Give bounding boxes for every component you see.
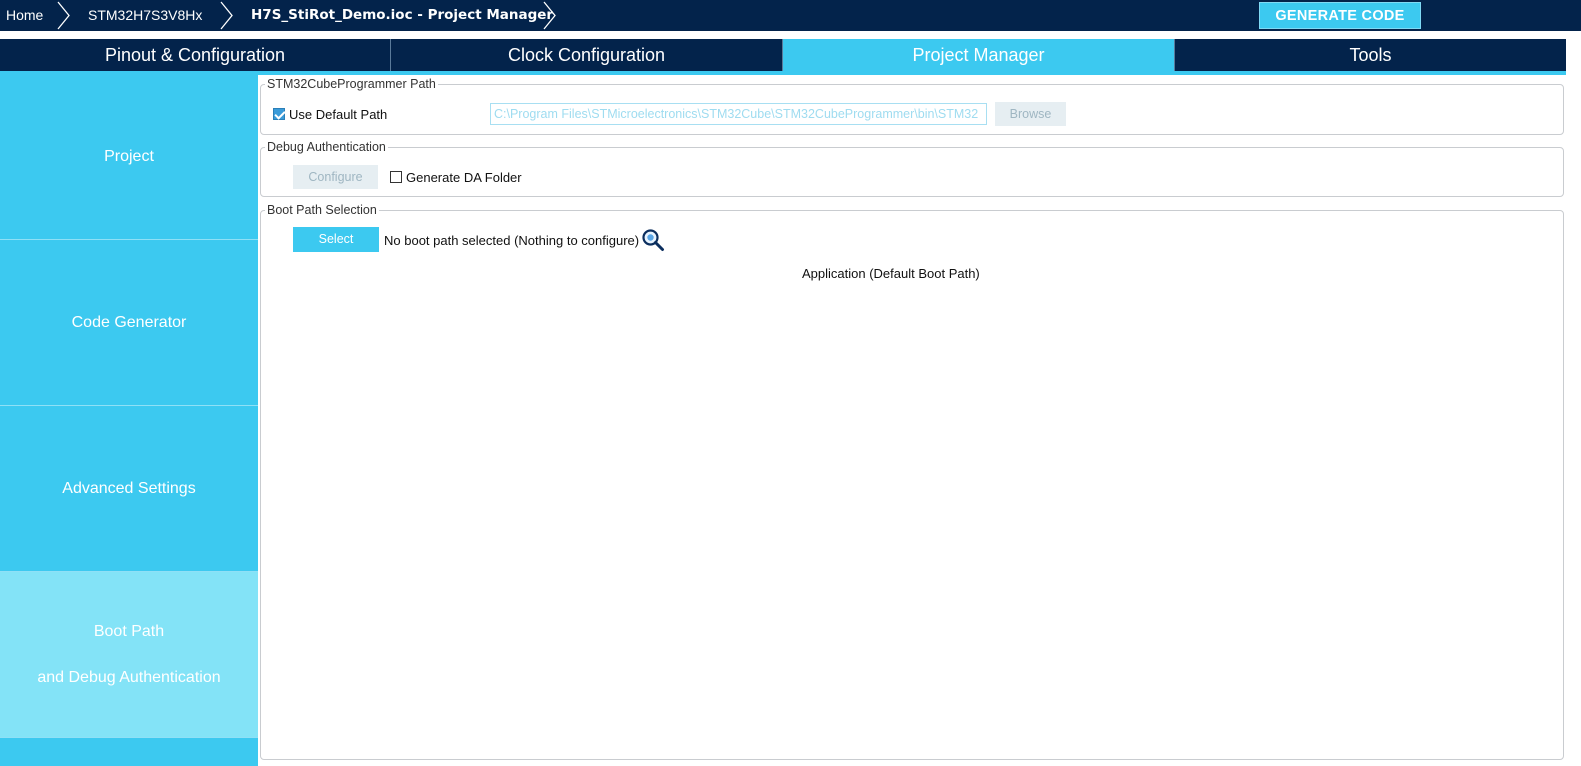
sidebar-item-boot-path[interactable]: Boot Path and Debug Authentication (0, 572, 258, 738)
breadcrumb-home[interactable]: Home (6, 0, 43, 31)
group-title: STM32CubeProgrammer Path (267, 77, 436, 91)
generate-code-button[interactable]: GENERATE CODE (1259, 2, 1421, 29)
tab-pinout-configuration[interactable]: Pinout & Configuration (0, 39, 391, 71)
sidebar-item-code-generator[interactable]: Code Generator (0, 240, 258, 406)
tab-clock-configuration[interactable]: Clock Configuration (391, 39, 783, 71)
sidebar-item-label: Advanced Settings (62, 479, 196, 497)
boot-path-status: No boot path selected (Nothing to config… (384, 233, 640, 248)
breadcrumb-file[interactable]: H7S_StiRot_Demo.ioc - Project Manager (251, 0, 553, 31)
sidebar-item-label-line2: and Debug Authentication (37, 668, 221, 686)
sidebar-item-label: Code Generator (71, 313, 187, 331)
tab-project-manager[interactable]: Project Manager (783, 39, 1175, 71)
sidebar-item-advanced-settings[interactable]: Advanced Settings (0, 406, 258, 572)
divider (0, 31, 1581, 39)
tab-tools[interactable]: Tools (1175, 39, 1566, 71)
boot-path-selection-group: Boot Path Selection (260, 203, 1564, 760)
chevron-right-icon (57, 1, 70, 30)
sidebar-item-label: Project (104, 148, 154, 165)
generate-da-folder-checkbox[interactable] (390, 171, 402, 183)
default-boot-path-text: Application (Default Boot Path) (802, 266, 980, 281)
generate-da-folder-label: Generate DA Folder (406, 170, 522, 185)
chevron-right-icon (543, 1, 556, 30)
sidebar: Project Code Generator Advanced Settings… (0, 75, 258, 766)
select-button[interactable]: Select (293, 227, 379, 252)
debug-authentication-group: Debug Authentication (260, 140, 1564, 197)
group-title: Debug Authentication (267, 140, 386, 154)
sidebar-item-project[interactable]: Project (0, 75, 258, 240)
search-icon[interactable] (641, 228, 665, 252)
use-default-path-label: Use Default Path (289, 107, 388, 122)
breadcrumb-device[interactable]: STM32H7S3V8Hx (88, 0, 202, 31)
browse-button[interactable]: Browse (995, 102, 1066, 126)
group-title: Boot Path Selection (267, 203, 377, 217)
main-tabs: Pinout & Configuration Clock Configurati… (0, 39, 1566, 71)
sidebar-item-label: Boot Path (93, 622, 165, 640)
right-margin (1566, 39, 1581, 766)
chevron-right-icon (220, 1, 233, 30)
content-panel: STM32CubeProgrammer Path Use Default Pat… (258, 75, 1566, 766)
use-default-path-checkbox[interactable] (273, 108, 285, 120)
top-bar: Home STM32H7S3V8Hx H7S_StiRot_Demo.ioc -… (0, 0, 1581, 31)
programmer-path-input[interactable]: C:\Program Files\STMicroelectronics\STM3… (490, 103, 987, 125)
configure-button[interactable]: Configure (293, 165, 378, 189)
